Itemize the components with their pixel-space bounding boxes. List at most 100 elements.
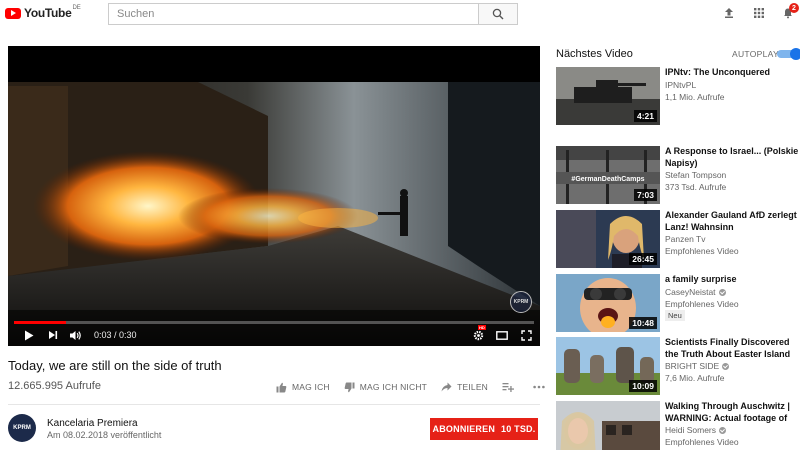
logo-region: DE	[72, 5, 81, 11]
video-meta: Empfohlenes Video	[665, 437, 739, 447]
search-input[interactable]	[108, 3, 478, 25]
video-title[interactable]: Walking Through Auschwitz | WARNING: Act…	[665, 401, 800, 424]
verified-icon	[722, 363, 730, 371]
top-bar: YouTube DE 2	[0, 0, 800, 28]
video-thumbnail[interactable]: 4:21	[556, 67, 660, 125]
thumbs-down-icon	[344, 382, 355, 392]
player-right-controls: HD	[470, 324, 534, 346]
video-meta: 7,6 Mio. Aufrufe	[665, 373, 725, 383]
fullscreen-button[interactable]	[518, 324, 534, 346]
upload-icon	[725, 8, 733, 18]
hd-badge-icon: HD	[478, 325, 486, 330]
video-thumbnail[interactable]: 26:45	[556, 210, 660, 268]
like-button[interactable]: MAG ICH	[276, 382, 330, 393]
video-title[interactable]: IPNtv: The Unconquered	[665, 67, 800, 79]
up-next-heading: Nächstes Video	[556, 48, 633, 60]
player-controls: 0:03 / 0:30 HD	[8, 324, 540, 346]
play-icon	[25, 330, 34, 340]
video-channel: Stefan Tompson	[665, 170, 726, 180]
channel-watermark[interactable]: KPRM	[510, 291, 532, 313]
upload-button[interactable]	[722, 6, 736, 20]
channel-name: BRIGHT SIDE	[665, 361, 720, 371]
video-meta: 1,1 Mio. Aufrufe	[665, 92, 725, 102]
channel-name: Stefan Tompson	[665, 170, 727, 180]
thumbs-up-icon	[276, 382, 287, 392]
video-duration: 26:45	[629, 253, 657, 265]
video-title[interactable]: a family surprise	[665, 274, 800, 286]
recommended-video[interactable]: 26:45 Alexander Gauland AfD zerlegt Lanz…	[556, 210, 800, 268]
autoplay-toggle[interactable]	[777, 48, 800, 60]
more-horizontal-icon	[533, 385, 545, 389]
channel-name: CaseyNeistat	[665, 287, 716, 297]
video-thumbnail[interactable]: 10:09	[556, 337, 660, 395]
gear-icon	[473, 330, 483, 340]
theater-mode-button[interactable]	[494, 324, 510, 346]
video-frame	[8, 46, 540, 346]
video-meta: Empfohlenes Video	[665, 246, 739, 256]
video-thumbnail[interactable]: 10:48	[556, 274, 660, 332]
video-title[interactable]: A Response to Israel... (Polskie Napisy)	[665, 146, 800, 169]
publish-date: Am 08.02.2018 veröffentlicht	[47, 430, 162, 440]
video-channel: IPNtvPL	[665, 80, 696, 90]
channel-name: Heidi Somers	[665, 425, 717, 435]
settings-button[interactable]: HD	[470, 324, 486, 346]
autoplay-label: AUTOPLAY	[732, 49, 779, 59]
next-button[interactable]	[42, 324, 64, 346]
view-count: 12.665.995 Aufrufe	[8, 380, 101, 392]
theater-mode-icon	[496, 330, 508, 340]
share-button[interactable]: TEILEN	[441, 382, 488, 392]
more-actions-button[interactable]	[533, 385, 550, 389]
video-title: Today, we are still on the side of truth	[8, 358, 222, 373]
video-channel: Heidi Somers	[665, 425, 727, 435]
video-thumbnail[interactable]: #GermanDeathCamps 7:03	[556, 146, 660, 204]
recommended-video[interactable]: #GermanDeathCamps 7:03 A Response to Isr…	[556, 146, 800, 204]
subscribe-label: ABONNIEREN	[432, 424, 496, 434]
video-duration: 7:03	[633, 189, 657, 201]
volume-button[interactable]	[64, 324, 86, 346]
search-bar	[108, 3, 518, 25]
video-player[interactable]: KPRM 0:03 / 0:30 HD	[8, 46, 540, 346]
recommended-video[interactable]: 10:09 Scientists Finally Discovered the …	[556, 337, 800, 395]
recommended-video[interactable]: 4:21 IPNtv: The Unconquered IPNtvPL 1,1 …	[556, 67, 800, 125]
verified-icon	[718, 289, 726, 297]
play-button[interactable]	[16, 324, 42, 346]
video-channel: Panzen Tv	[665, 234, 705, 244]
search-icon	[492, 8, 504, 20]
dislike-label: MAG ICH NICHT	[359, 382, 428, 392]
channel-name: IPNtvPL	[665, 80, 697, 90]
skip-next-icon	[49, 331, 58, 339]
video-title[interactable]: Alexander Gauland AfD zerlegt Lanz! Wahn…	[665, 210, 800, 233]
share-label: TEILEN	[457, 382, 489, 392]
share-icon	[441, 382, 452, 392]
recommended-video[interactable]: 10:48 a family surprise CaseyNeistat Emp…	[556, 274, 800, 332]
subscribe-button[interactable]: ABONNIEREN 10 TSD.	[430, 418, 538, 440]
video-duration: 10:48	[629, 317, 657, 329]
logo-text: YouTube	[24, 6, 72, 20]
youtube-logo[interactable]: YouTube DE	[5, 5, 81, 20]
thumbnail-image	[556, 401, 660, 450]
time-display: 0:03 / 0:30	[94, 330, 137, 340]
video-title[interactable]: Scientists Finally Discovered the Truth …	[665, 337, 800, 360]
video-thumbnail[interactable]	[556, 401, 660, 450]
video-duration: 4:21	[633, 110, 657, 122]
like-label: MAG ICH	[292, 382, 330, 392]
apps-button[interactable]	[752, 6, 766, 20]
channel-avatar[interactable]: KPRM	[8, 414, 36, 442]
video-meta: Empfohlenes Video	[665, 299, 739, 309]
subscriber-count: 10 TSD.	[501, 424, 536, 434]
video-channel: BRIGHT SIDE	[665, 361, 730, 371]
dislike-button[interactable]: MAG ICH NICHT	[344, 382, 427, 393]
play-logo-icon	[5, 7, 21, 19]
notifications-button[interactable]: 2	[781, 3, 799, 20]
divider	[8, 404, 540, 405]
new-badge: Neu	[665, 310, 685, 321]
playlist-add-icon	[502, 383, 515, 392]
verified-icon	[719, 427, 727, 435]
video-channel: CaseyNeistat	[665, 287, 726, 297]
channel-name: Panzen Tv	[665, 234, 706, 244]
recommended-video[interactable]: Walking Through Auschwitz | WARNING: Act…	[556, 401, 800, 450]
add-to-playlist-button[interactable]	[502, 382, 519, 392]
video-meta: 373 Tsd. Aufrufe	[665, 182, 727, 192]
search-button[interactable]	[478, 3, 518, 25]
channel-name[interactable]: Kancelaria Premiera	[47, 418, 138, 429]
